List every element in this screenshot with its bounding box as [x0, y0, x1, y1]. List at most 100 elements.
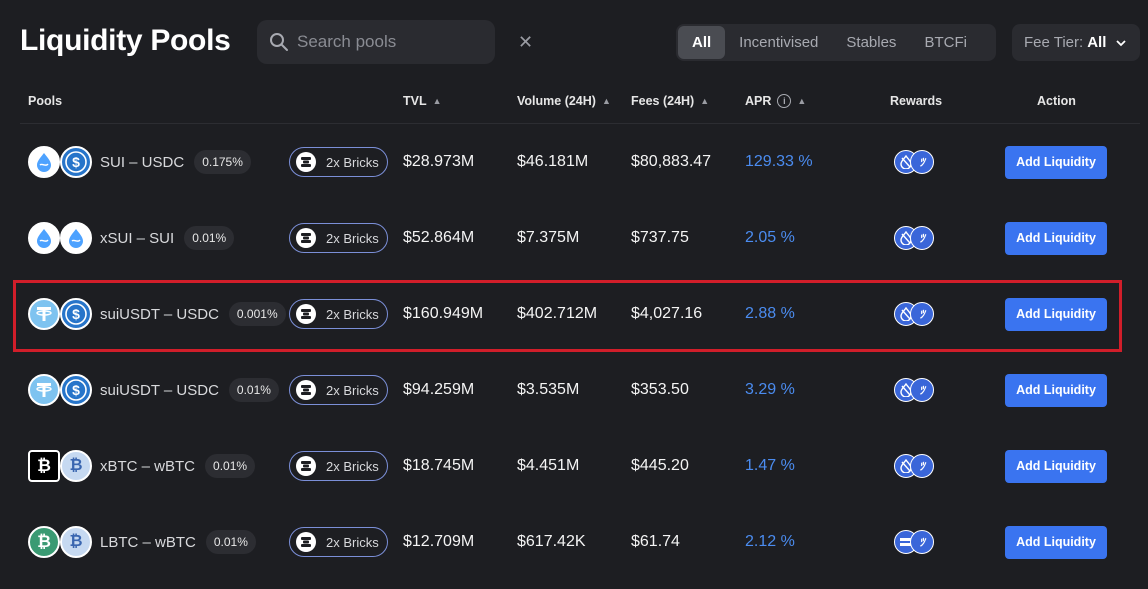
bricks-badge-cell: 2x Bricks [289, 124, 388, 200]
protocol-reward-icon: ﾂ [910, 378, 934, 402]
protocol-reward-icon: ﾂ [910, 454, 934, 478]
sort-icon: ▲ [601, 96, 611, 106]
fee-badge: 0.175% [194, 150, 251, 174]
pool-pair[interactable]: xSUI – SUI 0.01% [28, 200, 235, 276]
bricks-badge: 2x Bricks [289, 299, 388, 329]
add-liquidity-button[interactable]: Add Liquidity [1005, 449, 1107, 483]
bricks-badge-cell: 2x Bricks [289, 352, 388, 428]
pool-pair[interactable]: ₿ ₿ xBTC – wBTC 0.01% [28, 428, 256, 504]
usdc-icon: $ [60, 298, 92, 330]
lbtc-icon: ₿ [28, 526, 60, 558]
usdc-icon: $ [60, 146, 92, 178]
volume-value: $3.535M [517, 381, 580, 398]
rewards-cell: ﾂ [894, 428, 934, 504]
bricks-badge: 2x Bricks [289, 223, 388, 253]
volume-value: $7.375M [517, 229, 580, 246]
search-icon [269, 31, 289, 53]
fees-value: $4,027.16 [631, 305, 703, 322]
reward-icons[interactable]: ﾂ [894, 226, 934, 250]
rewards-cell: ﾂ [894, 504, 934, 580]
pool-pair-label: SUI – USDC [100, 153, 185, 171]
action-cell: Add Liquidity [1005, 276, 1107, 352]
add-liquidity-button[interactable]: Add Liquidity [1005, 373, 1107, 407]
tab-incentivised[interactable]: Incentivised [725, 26, 832, 59]
info-icon[interactable]: i [777, 94, 792, 108]
col-action: Action [1037, 94, 1076, 108]
volume-value: $617.42K [517, 533, 586, 550]
reward-icons[interactable]: ﾂ [894, 530, 934, 554]
apr-value: 2.88 % [745, 305, 795, 322]
add-liquidity-button[interactable]: Add Liquidity [1005, 221, 1107, 255]
pool-filter-tabs: All Incentivised Stables BTCFi [676, 24, 996, 61]
pool-pair-label: xSUI – SUI [100, 229, 175, 247]
search-box[interactable]: ✕ [257, 20, 533, 64]
tab-stables[interactable]: Stables [832, 26, 910, 59]
rewards-cell: ﾂ [894, 200, 934, 276]
svg-text:$: $ [72, 382, 80, 398]
add-liquidity-button[interactable]: Add Liquidity [1005, 525, 1107, 559]
bricks-badge: 2x Bricks [289, 375, 388, 405]
reward-icons[interactable]: ﾂ [894, 454, 934, 478]
apr-value: 3.29 % [745, 381, 795, 398]
sort-icon: ▲ [797, 96, 807, 106]
fee-badge: 0.01% [205, 454, 256, 478]
pool-pair[interactable]: $ SUI – USDC 0.175% [28, 124, 251, 200]
table-row[interactable]: $ suiUSDT – USDC 0.01% 2x Bricks $94.259… [20, 352, 1140, 428]
col-tvl[interactable]: TVL ▲ [403, 94, 442, 108]
table-row[interactable]: $ SUI – USDC 0.175% 2x Bricks $28.973M $… [20, 124, 1140, 200]
table-row[interactable]: ₿ ₿ xBTC – wBTC 0.01% 2x Bricks $18.745M … [20, 428, 1140, 504]
fee-tier-dropdown[interactable]: Fee Tier: All [1012, 24, 1140, 61]
wbtc-icon: ₿ [60, 450, 92, 482]
fee-badge: 0.01% [228, 378, 279, 402]
pool-pair[interactable]: $ suiUSDT – USDC 0.001% [28, 276, 286, 352]
rewards-cell: ﾂ [894, 352, 934, 428]
xbtc-icon: ₿ [28, 450, 60, 482]
bricks-label: 2x Bricks [326, 458, 379, 474]
table-row[interactable]: $ suiUSDT – USDC 0.001% 2x Bricks $160.9… [20, 276, 1140, 352]
protocol-reward-icon: ﾂ [910, 530, 934, 554]
usdt-icon [28, 298, 60, 330]
tab-btcfi[interactable]: BTCFi [910, 26, 981, 59]
xsui-icon [28, 222, 60, 254]
pool-pair-label: suiUSDT – USDC [100, 305, 219, 323]
usdt-icon [28, 374, 60, 406]
add-liquidity-button[interactable]: Add Liquidity [1005, 297, 1107, 331]
fee-tier-label: Fee Tier: [1024, 34, 1084, 51]
col-volume[interactable]: Volume (24H) ▲ [517, 94, 611, 108]
fee-tier-value: All [1087, 34, 1107, 51]
tab-all[interactable]: All [678, 26, 726, 59]
add-liquidity-button[interactable]: Add Liquidity [1005, 145, 1107, 179]
table-row[interactable]: xSUI – SUI 0.01% 2x Bricks $52.864M $7.3… [20, 200, 1140, 276]
tvl-value: $52.864M [403, 229, 475, 246]
reward-icons[interactable]: ﾂ [894, 302, 934, 326]
action-cell: Add Liquidity [1005, 352, 1107, 428]
bricks-label: 2x Bricks [326, 534, 379, 550]
apr-value: 2.12 % [745, 533, 795, 550]
reward-icons[interactable]: ﾂ [894, 150, 934, 174]
bricks-icon [296, 456, 316, 476]
col-apr[interactable]: APR i ▲ [745, 94, 806, 108]
pool-pair[interactable]: $ suiUSDT – USDC 0.01% [28, 352, 279, 428]
svg-text:$: $ [72, 154, 80, 170]
bricks-label: 2x Bricks [326, 306, 379, 322]
reward-icons[interactable]: ﾂ [894, 378, 934, 402]
bricks-label: 2x Bricks [326, 382, 379, 398]
table-row[interactable]: ₿ ₿ LBTC – wBTC 0.01% 2x Bricks $12.709M … [20, 504, 1140, 580]
bricks-icon [296, 304, 316, 324]
svg-text:$: $ [72, 306, 80, 322]
clear-search-icon[interactable]: ✕ [518, 32, 533, 53]
sort-icon: ▲ [700, 96, 710, 106]
bricks-icon [296, 228, 316, 248]
action-cell: Add Liquidity [1005, 200, 1107, 276]
tvl-value: $94.259M [403, 381, 475, 398]
pool-pair[interactable]: ₿ ₿ LBTC – wBTC 0.01% [28, 504, 256, 580]
bricks-badge-cell: 2x Bricks [289, 428, 388, 504]
sui-icon [60, 222, 92, 254]
col-fees[interactable]: Fees (24H) ▲ [631, 94, 709, 108]
protocol-reward-icon: ﾂ [910, 150, 934, 174]
search-input[interactable] [297, 32, 518, 52]
bricks-badge-cell: 2x Bricks [289, 504, 388, 580]
volume-value: $46.181M [517, 153, 589, 170]
bricks-label: 2x Bricks [326, 230, 379, 246]
bricks-badge: 2x Bricks [289, 527, 388, 557]
